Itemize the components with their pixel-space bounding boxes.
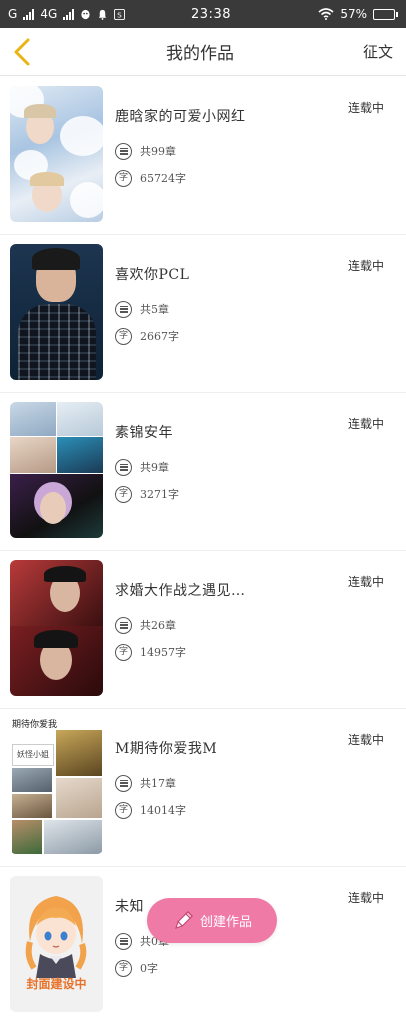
- header: 我的作品 征文: [0, 28, 406, 76]
- work-status: 连载中: [347, 417, 384, 431]
- signal-icon: [23, 8, 35, 20]
- chapter-count-row: 共17章: [115, 774, 406, 792]
- word-count: 2667字: [140, 330, 179, 343]
- work-item[interactable]: 封面建设中 未知 共0章 字 0字 连载中: [0, 867, 406, 1024]
- work-item[interactable]: 素锦安年 共9章 字 3271字 连载中: [0, 393, 406, 551]
- word-count-row: 字 14957字: [115, 643, 406, 661]
- battery-percent: 57%: [340, 7, 367, 21]
- work-title: M期待你爱我M: [115, 741, 218, 757]
- work-status: 连载中: [347, 891, 384, 905]
- wifi-icon: [318, 8, 334, 20]
- word-count-row: 字 3271字: [115, 485, 406, 503]
- list-icon: [115, 616, 132, 634]
- zi-icon: 字: [115, 327, 132, 345]
- pencil-icon: [175, 910, 193, 929]
- work-title: 喜欢你PCL: [115, 267, 190, 283]
- work-item[interactable]: 期待你爱我 妖怪小姐 M期待你爱我M 共17章 字 14014字 连载中: [0, 709, 406, 867]
- word-count: 0字: [140, 962, 158, 975]
- s-app-icon: S: [114, 8, 126, 20]
- word-count: 3271字: [140, 488, 179, 501]
- qq-icon: [81, 9, 90, 19]
- work-cover: [10, 86, 103, 222]
- work-status: 连载中: [347, 575, 384, 589]
- cover-caption: 封面建设中: [26, 977, 87, 991]
- list-icon: [115, 300, 132, 318]
- word-count-row: 字 14014字: [115, 801, 406, 819]
- word-count-row: 字 2667字: [115, 327, 406, 345]
- zi-icon: 字: [115, 485, 132, 503]
- work-cover: [10, 560, 103, 696]
- chapter-count: 共17章: [140, 777, 176, 790]
- list-icon: [115, 774, 132, 792]
- word-count: 14957字: [140, 646, 186, 659]
- work-item[interactable]: 鹿晗家的可爱小网红 共99章 字 65724字 连载中: [0, 77, 406, 235]
- cover-caption: 期待你爱我: [12, 720, 58, 730]
- status-right: 57%: [244, 7, 398, 21]
- status-bar: G 4G S 23:38 57%: [0, 0, 406, 28]
- zi-icon: 字: [115, 801, 132, 819]
- work-cover: [10, 402, 103, 538]
- work-status: 连载中: [347, 101, 384, 115]
- chapter-count: 共26章: [140, 619, 176, 632]
- word-count-row: 字 65724字: [115, 169, 406, 187]
- work-title: 鹿晗家的可爱小网红: [115, 109, 246, 125]
- zi-icon: 字: [115, 643, 132, 661]
- work-status: 连载中: [347, 259, 384, 273]
- chapter-count-row: 共9章: [115, 458, 406, 476]
- contest-button[interactable]: 征文: [350, 41, 406, 62]
- back-button[interactable]: [0, 28, 44, 76]
- work-cover: 封面建设中: [10, 876, 103, 1012]
- network-label: 4G: [40, 7, 58, 21]
- work-item[interactable]: 求婚大作战之遇见… 共26章 字 14957字 连载中: [0, 551, 406, 709]
- chapter-count-row: 共99章: [115, 142, 406, 160]
- work-item[interactable]: 喜欢你PCL 共5章 字 2667字 连载中: [0, 235, 406, 393]
- work-cover: [10, 244, 103, 380]
- carrier-label: G: [8, 7, 18, 21]
- work-list: 鹿晗家的可爱小网红 共99章 字 65724字 连载中 喜欢你PCL 共5章 字: [0, 77, 406, 1024]
- create-work-label: 创建作品: [199, 915, 252, 930]
- chapter-count: 共5章: [140, 303, 169, 316]
- chapter-count-row: 共5章: [115, 300, 406, 318]
- svg-text:S: S: [117, 10, 122, 19]
- page-title: 我的作品: [166, 44, 234, 64]
- battery-icon: [373, 8, 398, 20]
- work-title: 求婚大作战之遇见…: [115, 583, 246, 599]
- work-title: 素锦安年: [115, 425, 173, 441]
- chevron-left-icon: [14, 38, 30, 65]
- list-icon: [115, 458, 132, 476]
- word-count: 65724字: [140, 172, 186, 185]
- create-work-button[interactable]: 创建作品: [147, 898, 277, 943]
- word-count-row: 字 0字: [115, 959, 406, 977]
- notification-icon: [99, 9, 107, 20]
- list-icon: [115, 142, 132, 160]
- status-time: 23:38: [191, 6, 231, 22]
- anime-girl-illustration: [25, 896, 87, 978]
- chapter-count: 共9章: [140, 461, 169, 474]
- zi-icon: 字: [115, 959, 132, 977]
- cover-tag: 妖怪小姐: [12, 744, 54, 766]
- word-count: 14014字: [140, 804, 186, 817]
- work-status: 连载中: [347, 733, 384, 747]
- zi-icon: 字: [115, 169, 132, 187]
- chapter-count-row: 共26章: [115, 616, 406, 634]
- chapter-count: 共99章: [140, 145, 176, 158]
- list-icon: [115, 932, 132, 950]
- signal-icon: [63, 8, 75, 20]
- status-left: G 4G S: [8, 7, 178, 21]
- work-cover: 期待你爱我 妖怪小姐: [10, 718, 103, 854]
